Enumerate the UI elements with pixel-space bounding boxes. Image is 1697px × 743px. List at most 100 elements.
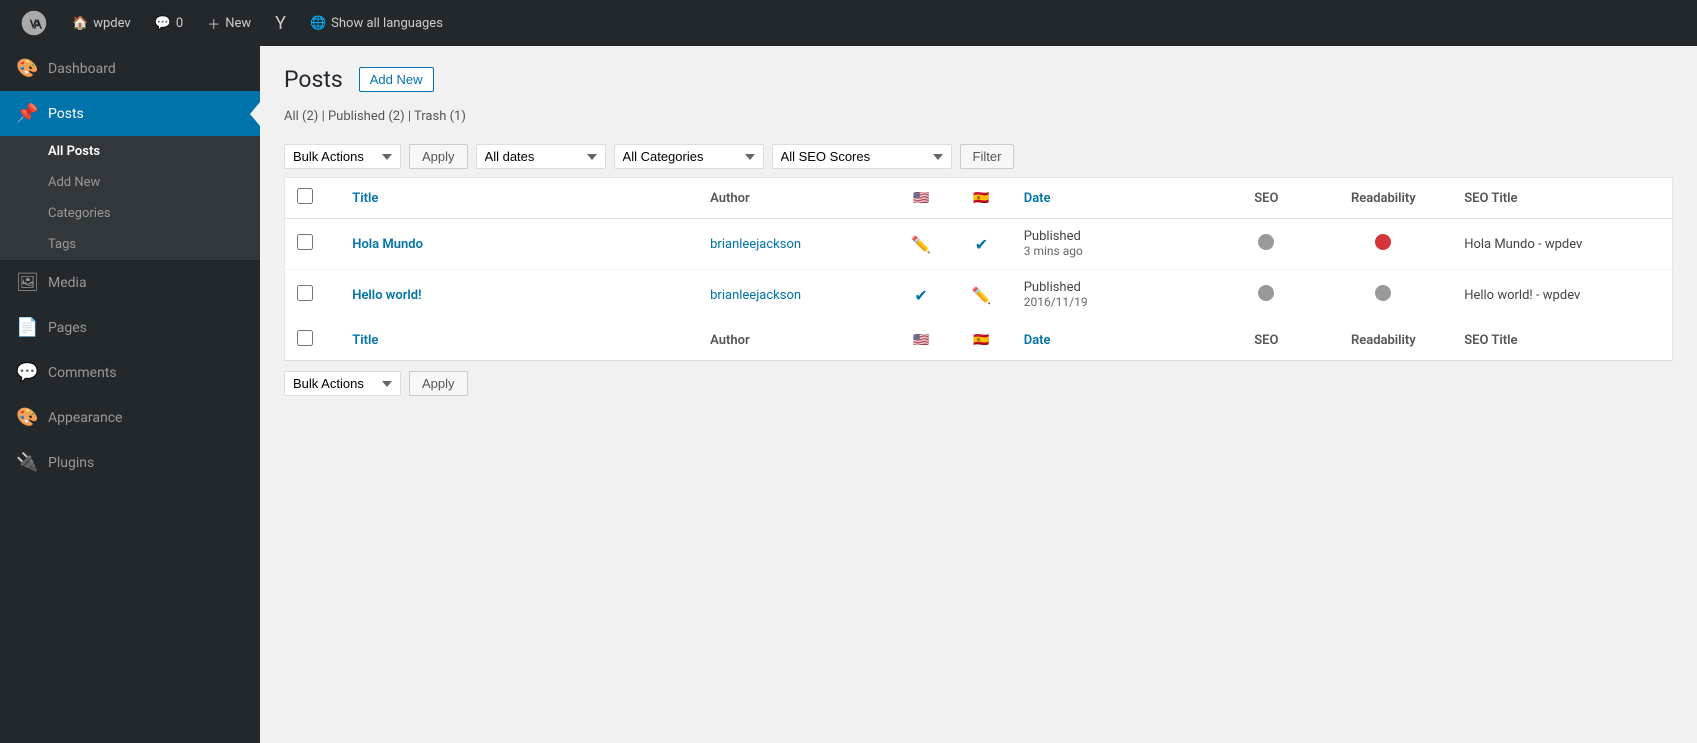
- seo-title-value: Hola Mundo - wpdev: [1464, 237, 1582, 252]
- posts-icon: 📌: [16, 103, 38, 124]
- comments-icon: 💬: [16, 362, 38, 383]
- table-row: Hello world! brianleejackson ✔ ✏️ Publis…: [285, 270, 1673, 321]
- col-footer-readability: Readability: [1315, 320, 1453, 361]
- comment-icon: 💬: [155, 16, 171, 31]
- bulk-actions-select-top[interactable]: Bulk Actions Edit Move to Trash: [284, 144, 401, 169]
- table-header-row: Title Author 🇺🇸 🇪🇸 Date SEO Readability …: [285, 178, 1673, 219]
- select-all-footer-checkbox[interactable]: [297, 330, 313, 346]
- select-all-checkbox[interactable]: [297, 188, 313, 204]
- lang1-icon[interactable]: ✔: [914, 286, 927, 305]
- admin-yoast[interactable]: Y: [265, 0, 296, 46]
- plugins-icon: 🔌: [16, 452, 38, 473]
- date-value: 3 mins ago: [1024, 244, 1083, 258]
- col-header-seotitle: SEO Title: [1452, 178, 1672, 219]
- lang2-icon[interactable]: ✏️: [972, 286, 992, 305]
- main-content: Posts Add New All (2) | Published (2) | …: [260, 46, 1697, 743]
- page-title: Posts: [284, 66, 343, 93]
- admin-new[interactable]: ＋ New: [197, 0, 261, 46]
- pages-label: Pages: [48, 320, 87, 336]
- row-lang2-cell: ✔: [951, 219, 1011, 270]
- row-date-cell: Published 3 mins ago: [1012, 219, 1218, 270]
- col-header-date[interactable]: Date: [1012, 178, 1218, 219]
- col-footer-checkbox: [285, 320, 341, 361]
- filter-button[interactable]: Filter: [960, 144, 1015, 169]
- seo-dot: [1258, 234, 1274, 250]
- date-sort-link[interactable]: Date: [1024, 191, 1051, 206]
- col-header-title[interactable]: Title: [340, 178, 698, 219]
- lang1-icon[interactable]: ✏️: [911, 235, 931, 254]
- admin-bar: 🏠 wpdev 💬 0 ＋ New Y 🌐 Show all languages: [0, 0, 1697, 46]
- media-icon: 🖼: [16, 272, 38, 293]
- page-header: Posts Add New: [284, 66, 1673, 93]
- readability-dot: [1375, 285, 1391, 301]
- title-sort-link[interactable]: Title: [352, 191, 378, 206]
- pages-icon: 📄: [16, 317, 38, 338]
- row-readability-cell: [1315, 219, 1453, 270]
- admin-comments[interactable]: 💬 0: [145, 0, 194, 46]
- col-footer-seotitle: SEO Title: [1452, 320, 1672, 361]
- date-footer-sort-link[interactable]: Date: [1024, 333, 1051, 348]
- seo-dot: [1258, 285, 1274, 301]
- sidebar-item-media[interactable]: 🖼 Media: [0, 260, 260, 305]
- sidebar-item-appearance[interactable]: 🎨 Appearance: [0, 395, 260, 440]
- row-checkbox[interactable]: [297, 285, 313, 301]
- date-status: Published: [1024, 280, 1081, 295]
- sidebar: 🎨 Dashboard 📌 Posts All Posts Add New Ca…: [0, 46, 260, 743]
- date-status: Published: [1024, 229, 1081, 244]
- col-footer-title[interactable]: Title: [340, 320, 698, 361]
- author-link[interactable]: brianleejackson: [710, 237, 801, 252]
- add-new-button[interactable]: Add New: [359, 67, 434, 92]
- filter-all-link[interactable]: All (2): [284, 109, 322, 124]
- row-author-cell: brianleejackson: [698, 270, 891, 321]
- author-link[interactable]: brianleejackson: [710, 288, 801, 303]
- yoast-icon: Y: [275, 13, 286, 34]
- apply-button-bottom[interactable]: Apply: [409, 371, 468, 396]
- posts-submenu: All Posts Add New Categories Tags: [0, 136, 260, 260]
- posts-table: Title Author 🇺🇸 🇪🇸 Date SEO Readability …: [284, 177, 1673, 361]
- table-footer-row: Title Author 🇺🇸 🇪🇸 Date SEO Readability …: [285, 320, 1673, 361]
- col-footer-lang2: 🇪🇸: [951, 320, 1011, 361]
- sidebar-item-categories[interactable]: Categories: [0, 198, 260, 229]
- filter-trash-link[interactable]: Trash (1): [414, 109, 466, 124]
- admin-languages[interactable]: 🌐 Show all languages: [300, 0, 453, 46]
- sidebar-item-dashboard[interactable]: 🎨 Dashboard: [0, 46, 260, 91]
- sidebar-item-pages[interactable]: 📄 Pages: [0, 305, 260, 350]
- site-name: wpdev: [93, 16, 131, 31]
- sidebar-item-all-posts[interactable]: All Posts: [0, 136, 260, 167]
- col-footer-lang1: 🇺🇸: [891, 320, 951, 361]
- col-header-checkbox: [285, 178, 341, 219]
- admin-home[interactable]: 🏠 wpdev: [62, 0, 141, 46]
- all-seo-scores-select[interactable]: All SEO Scores Good (1-100) OK (1-100) B…: [772, 144, 952, 169]
- date-value: 2016/11/19: [1024, 295, 1088, 309]
- sidebar-item-posts[interactable]: 📌 Posts: [0, 91, 260, 136]
- post-title-link[interactable]: Hola Mundo: [352, 237, 423, 252]
- row-readability-cell: [1315, 270, 1453, 321]
- appearance-label: Appearance: [48, 410, 122, 426]
- sidebar-item-tags[interactable]: Tags: [0, 229, 260, 260]
- sidebar-item-comments[interactable]: 💬 Comments: [0, 350, 260, 395]
- post-title-link[interactable]: Hello world!: [352, 288, 421, 303]
- col-header-seo: SEO: [1218, 178, 1314, 219]
- all-categories-select[interactable]: All Categories: [614, 144, 764, 169]
- bulk-actions-select-bottom[interactable]: Bulk Actions Edit Move to Trash: [284, 371, 401, 396]
- seo-title-value: Hello world! - wpdev: [1464, 288, 1580, 303]
- row-title-cell: Hola Mundo: [340, 219, 698, 270]
- filter-links: All (2) | Published (2) | Trash (1): [284, 109, 1673, 124]
- appearance-icon: 🎨: [16, 407, 38, 428]
- media-label: Media: [48, 275, 87, 291]
- sidebar-item-plugins[interactable]: 🔌 Plugins: [0, 440, 260, 485]
- sidebar-item-add-new-post[interactable]: Add New: [0, 167, 260, 198]
- row-checkbox-cell: [285, 219, 341, 270]
- col-footer-date[interactable]: Date: [1012, 320, 1218, 361]
- wp-logo[interactable]: [10, 0, 58, 46]
- all-dates-select[interactable]: All dates March 2017 November 2016: [476, 144, 606, 169]
- apply-button-top[interactable]: Apply: [409, 144, 468, 169]
- lang2-icon[interactable]: ✔: [975, 235, 988, 254]
- row-checkbox[interactable]: [297, 234, 313, 250]
- title-footer-sort-link[interactable]: Title: [352, 333, 378, 348]
- filter-published-link[interactable]: Published (2): [328, 109, 408, 124]
- col-header-lang2: 🇪🇸: [951, 178, 1011, 219]
- row-lang1-cell: ✏️: [891, 219, 951, 270]
- row-seotitle-cell: Hola Mundo - wpdev: [1452, 219, 1672, 270]
- row-lang2-cell: ✏️: [951, 270, 1011, 321]
